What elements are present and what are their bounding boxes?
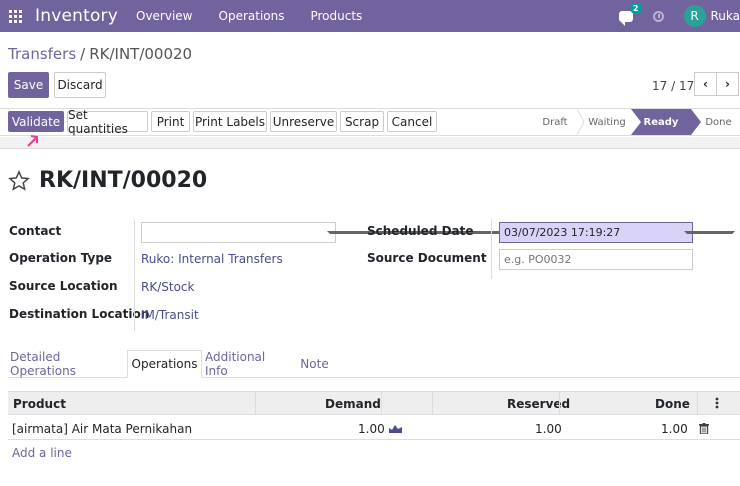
breadcrumb-parent[interactable]: Transfers bbox=[8, 45, 76, 63]
discard-button[interactable]: Discard bbox=[54, 72, 106, 98]
row-product[interactable]: [airmata] Air Mata Pernikahan bbox=[12, 422, 192, 436]
column-reserved[interactable]: Reserved bbox=[507, 397, 570, 411]
row-done[interactable]: 1.00 bbox=[661, 422, 688, 436]
tab-additional-info[interactable]: Additional Info bbox=[205, 350, 291, 378]
stage-done[interactable]: Done bbox=[697, 109, 740, 135]
contact-field[interactable] bbox=[141, 222, 336, 243]
column-divider bbox=[432, 391, 433, 415]
column-demand[interactable]: Demand bbox=[325, 397, 381, 411]
row-reserved[interactable]: 1.00 bbox=[535, 422, 562, 436]
column-product[interactable]: Product bbox=[13, 397, 66, 411]
operation-type-label: Operation Type bbox=[9, 251, 113, 265]
row-demand[interactable]: 1.00 bbox=[358, 422, 385, 436]
contact-label: Contact bbox=[9, 224, 62, 238]
column-done[interactable]: Done bbox=[655, 397, 690, 411]
field-divider-right bbox=[491, 219, 492, 279]
cancel-button[interactable]: Cancel bbox=[387, 111, 437, 132]
annotation-arrow-icon bbox=[27, 135, 38, 147]
stage-ready[interactable]: Ready bbox=[631, 109, 701, 135]
scheduled-date-label: Scheduled Date bbox=[367, 224, 474, 238]
print-button[interactable]: Print bbox=[151, 111, 190, 132]
field-divider bbox=[134, 219, 135, 331]
destination-location-label: Destination Location bbox=[9, 307, 150, 321]
unreserve-button[interactable]: Unreserve bbox=[270, 111, 337, 132]
chat-icon[interactable]: 2 bbox=[618, 2, 642, 26]
pager-next-button[interactable]: › bbox=[716, 72, 739, 96]
favorite-star-icon[interactable] bbox=[8, 170, 30, 192]
breadcrumb-separator: / bbox=[80, 45, 86, 63]
pager-value[interactable]: 17 / 17 bbox=[652, 79, 694, 93]
source-location-value[interactable]: RK/Stock bbox=[141, 280, 194, 294]
main-menu: Overview Operations Products bbox=[136, 9, 388, 23]
stage-draft[interactable]: Draft bbox=[531, 109, 579, 135]
column-divider bbox=[697, 391, 698, 415]
menu-products[interactable]: Products bbox=[310, 9, 362, 23]
operation-type-value[interactable]: Ruko: Internal Transfers bbox=[141, 252, 283, 266]
breadcrumb-current: RK/INT/00020 bbox=[89, 45, 193, 63]
column-divider bbox=[255, 391, 256, 415]
source-document-label: Source Document bbox=[367, 251, 487, 265]
user-name[interactable]: Ruka bbox=[711, 9, 740, 23]
app-title[interactable]: Inventory bbox=[35, 6, 118, 26]
scheduled-date-field[interactable]: 03/07/2023 17:19:27 bbox=[499, 222, 693, 243]
column-divider bbox=[559, 391, 560, 415]
add-line-link[interactable]: Add a line bbox=[12, 446, 72, 460]
pager-previous-button[interactable]: ‹ bbox=[694, 72, 717, 96]
top-navbar: Inventory Overview Operations Products 2… bbox=[0, 0, 740, 32]
scheduled-date-dropdown-icon[interactable] bbox=[684, 231, 735, 234]
save-button[interactable]: Save bbox=[8, 72, 49, 98]
breadcrumb: Transfers / RK/INT/00020 bbox=[8, 45, 192, 63]
systray: 2 R Ruka bbox=[618, 0, 740, 32]
record-title: RK/INT/00020 bbox=[39, 168, 208, 193]
stage-waiting[interactable]: Waiting bbox=[583, 109, 631, 135]
delete-icon[interactable] bbox=[699, 423, 709, 434]
validate-button[interactable]: Validate bbox=[8, 111, 64, 132]
activity-clock-icon[interactable] bbox=[652, 10, 664, 22]
tab-operations[interactable]: Operations bbox=[127, 350, 202, 378]
tab-detailed-operations[interactable]: Detailed Operations bbox=[10, 350, 127, 378]
set-quantities-button[interactable]: Set quantities bbox=[67, 108, 148, 136]
forecast-chart-icon[interactable] bbox=[389, 424, 402, 433]
print-labels-button[interactable]: Print Labels bbox=[193, 111, 267, 132]
tab-note[interactable]: Note bbox=[293, 350, 336, 378]
apps-menu-icon[interactable] bbox=[9, 10, 23, 23]
optional-columns-icon[interactable] bbox=[715, 397, 719, 409]
avatar[interactable]: R bbox=[683, 5, 706, 27]
column-divider bbox=[381, 391, 382, 415]
chat-badge: 2 bbox=[629, 2, 642, 14]
source-document-input[interactable] bbox=[499, 249, 693, 270]
source-location-label: Source Location bbox=[9, 279, 118, 293]
menu-overview[interactable]: Overview bbox=[136, 9, 193, 23]
menu-operations[interactable]: Operations bbox=[219, 9, 285, 23]
destination-location-value[interactable]: IM/Transit bbox=[141, 308, 199, 322]
scrap-button[interactable]: Scrap bbox=[340, 111, 384, 132]
